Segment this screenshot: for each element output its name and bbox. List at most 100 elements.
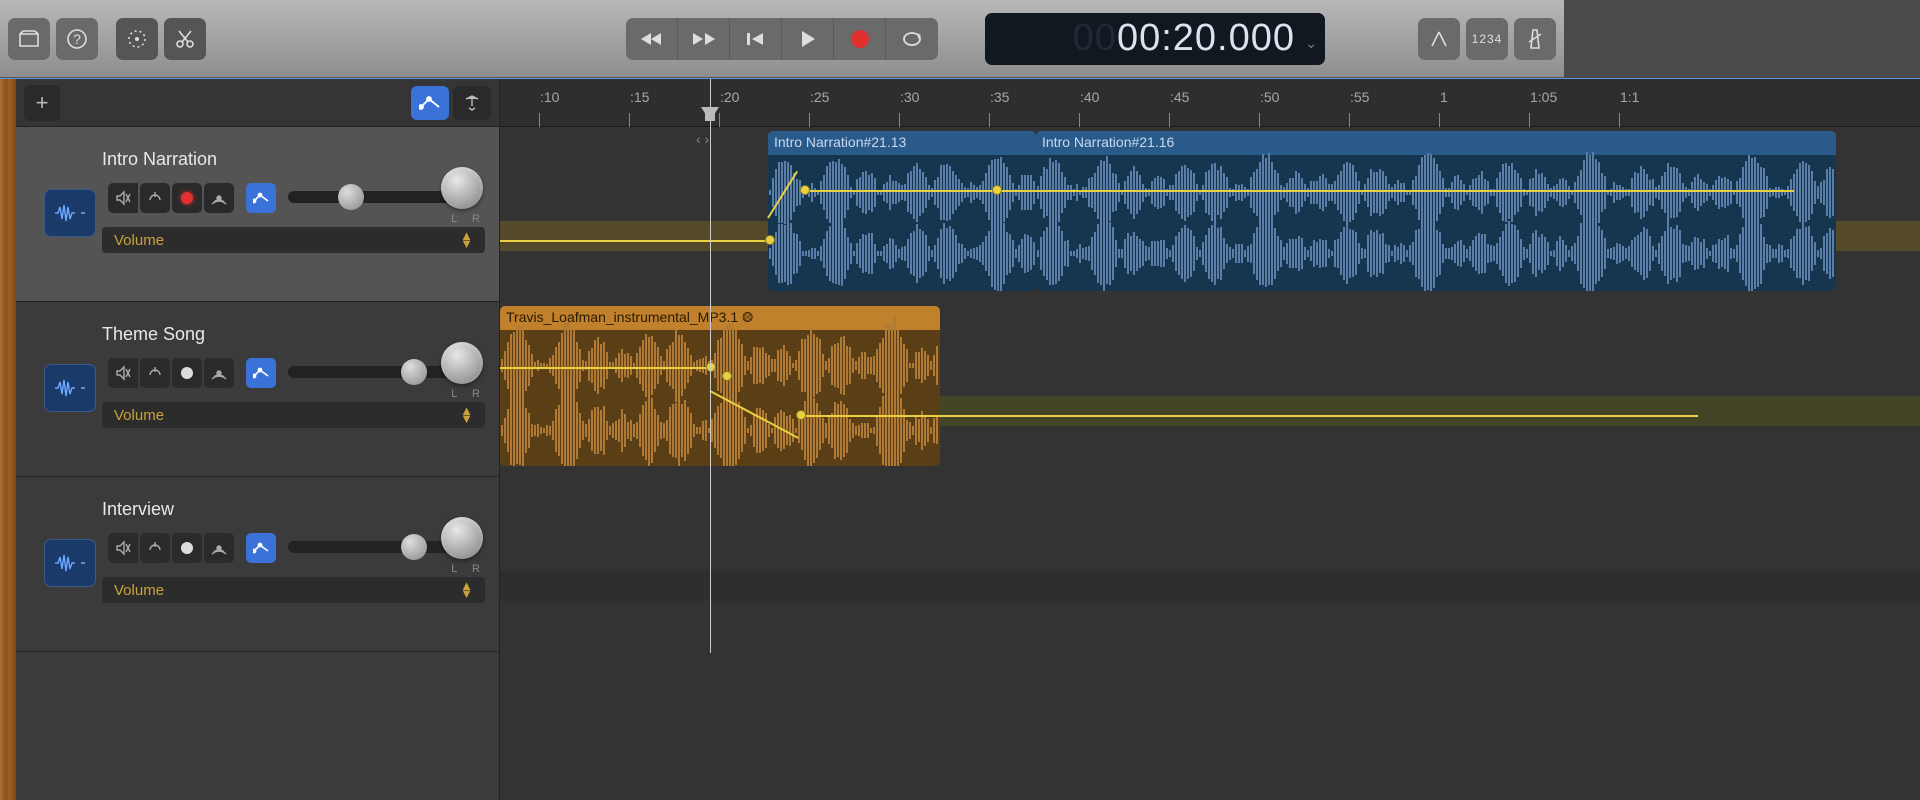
automation-point[interactable]: [706, 362, 716, 372]
playhead[interactable]: [710, 79, 711, 653]
automation-mode-button[interactable]: [246, 183, 276, 213]
automation-segment[interactable]: [500, 240, 768, 242]
solo-button[interactable]: [140, 533, 170, 563]
pan-knob[interactable]: [441, 167, 483, 209]
track-controls: [108, 358, 276, 388]
track-type-icon[interactable]: [44, 189, 96, 237]
cycle-button[interactable]: [886, 18, 938, 60]
wood-edge: [0, 79, 16, 800]
track-header-row[interactable]: Intro Narration L R Volume ▲▼: [16, 127, 499, 302]
ruler-tick: 1:1: [1620, 89, 1639, 105]
catch-playhead-button[interactable]: [453, 86, 491, 120]
ruler-tick: :25: [810, 89, 829, 105]
tracks-panel-header: +: [16, 79, 499, 127]
automation-parameter-label: Volume: [114, 232, 164, 249]
pan-knob[interactable]: [441, 517, 483, 559]
automation-parameter-select[interactable]: Volume ▲▼: [102, 402, 485, 428]
automation-point[interactable]: [722, 371, 732, 381]
transport-cluster: [626, 18, 938, 60]
automation-parameter-select[interactable]: Volume ▲▼: [102, 577, 485, 603]
automation-mode-button[interactable]: [246, 358, 276, 388]
workspace: + Intro Narration L R: [0, 78, 1920, 800]
track-lane-2[interactable]: Travis_Loafman_instrumental_MP3.1 ⨷: [500, 302, 1920, 477]
ruler-tick: 1: [1440, 89, 1448, 105]
play-button[interactable]: [782, 18, 834, 60]
automation-strip: [500, 571, 1920, 601]
track-name-label: Intro Narration: [102, 149, 217, 170]
record-enable-button[interactable]: [172, 358, 202, 388]
ruler-tick: :35: [990, 89, 1009, 105]
mute-button[interactable]: [108, 533, 138, 563]
library-button[interactable]: [8, 18, 50, 60]
solo-button[interactable]: [140, 358, 170, 388]
svg-text:?: ?: [73, 31, 81, 47]
track-header-row[interactable]: Interview L R Volume ▲▼: [16, 477, 499, 652]
time-display[interactable]: 00 00:20.000 ⌄: [985, 13, 1325, 65]
automation-point[interactable]: [800, 185, 810, 195]
record-enable-button[interactable]: [172, 533, 202, 563]
audio-region[interactable]: Intro Narration#21.16: [1036, 131, 1836, 291]
mute-button[interactable]: [108, 183, 138, 213]
automation-segment[interactable]: [500, 367, 710, 369]
automation-parameter-label: Volume: [114, 407, 164, 424]
chevron-down-icon[interactable]: ⌄: [1305, 35, 1317, 52]
solo-button[interactable]: [140, 183, 170, 213]
volume-slider[interactable]: [288, 191, 456, 203]
lcd-ghost-digits: 00: [1073, 17, 1117, 60]
tracks-panel: + Intro Narration L R: [16, 79, 500, 800]
main-toolbar: ? 00 00:20.000 ⌄ 1234: [0, 0, 1564, 78]
automation-point[interactable]: [992, 185, 1002, 195]
automation-parameter-select[interactable]: Volume ▲▼: [102, 227, 485, 253]
smart-controls-button[interactable]: [116, 18, 158, 60]
lcd-time-value: 00:20.000: [1117, 17, 1295, 60]
region-label: Intro Narration#21.13: [768, 131, 1036, 155]
automation-view-button[interactable]: [411, 86, 449, 120]
audio-region[interactable]: Intro Narration#21.13: [768, 131, 1036, 291]
track-header-row[interactable]: Theme Song L R Volume ▲▼: [16, 302, 499, 477]
mute-button[interactable]: [108, 358, 138, 388]
automation-point[interactable]: [765, 235, 775, 245]
pan-lr-label: L R: [451, 213, 486, 225]
forward-button[interactable]: [678, 18, 730, 60]
ruler-tick: :45: [1170, 89, 1189, 105]
automation-segment[interactable]: [798, 415, 1698, 417]
pan-lr-label: L R: [451, 563, 486, 575]
timeline[interactable]: :10:15:20:25:30:35:40:45:50:5511:051:1 ‹…: [500, 79, 1920, 800]
track-name-label: Theme Song: [102, 324, 205, 345]
automation-point[interactable]: [796, 410, 806, 420]
automation-segment[interactable]: [994, 190, 1794, 192]
track-type-icon[interactable]: [44, 539, 96, 587]
automation-mode-button[interactable]: [246, 533, 276, 563]
track-name-label: Interview: [102, 499, 174, 520]
stepper-icon[interactable]: ▲▼: [460, 582, 473, 598]
stepper-icon[interactable]: ▲▼: [460, 232, 473, 248]
audio-region[interactable]: Travis_Loafman_instrumental_MP3.1 ⨷: [500, 306, 940, 466]
ruler-tick: 1:05: [1530, 89, 1557, 105]
volume-slider[interactable]: [288, 541, 456, 553]
input-monitor-button[interactable]: [204, 358, 234, 388]
input-monitor-button[interactable]: [204, 183, 234, 213]
metronome-button[interactable]: [1514, 18, 1556, 60]
tuner-button[interactable]: [1418, 18, 1460, 60]
count-in-button[interactable]: 1234: [1466, 18, 1508, 60]
ruler-tick: :50: [1260, 89, 1279, 105]
automation-parameter-label: Volume: [114, 582, 164, 599]
ruler-tick: :55: [1350, 89, 1369, 105]
automation-segment[interactable]: [800, 190, 994, 192]
track-type-icon[interactable]: [44, 364, 96, 412]
volume-slider[interactable]: [288, 366, 456, 378]
add-track-button[interactable]: +: [24, 85, 60, 121]
ruler-tick: :20: [720, 89, 739, 105]
input-monitor-button[interactable]: [204, 533, 234, 563]
record-button[interactable]: [834, 18, 886, 60]
track-lane-3[interactable]: [500, 477, 1920, 652]
go-to-start-button[interactable]: [730, 18, 782, 60]
help-button[interactable]: ?: [56, 18, 98, 60]
stepper-icon[interactable]: ▲▼: [460, 407, 473, 423]
scissors-button[interactable]: [164, 18, 206, 60]
rewind-button[interactable]: [626, 18, 678, 60]
pan-knob[interactable]: [441, 342, 483, 384]
record-enable-button[interactable]: [172, 183, 202, 213]
ruler-tick: :40: [1080, 89, 1099, 105]
track-lane-1[interactable]: Intro Narration#21.13 Intro Narration#21…: [500, 127, 1920, 302]
